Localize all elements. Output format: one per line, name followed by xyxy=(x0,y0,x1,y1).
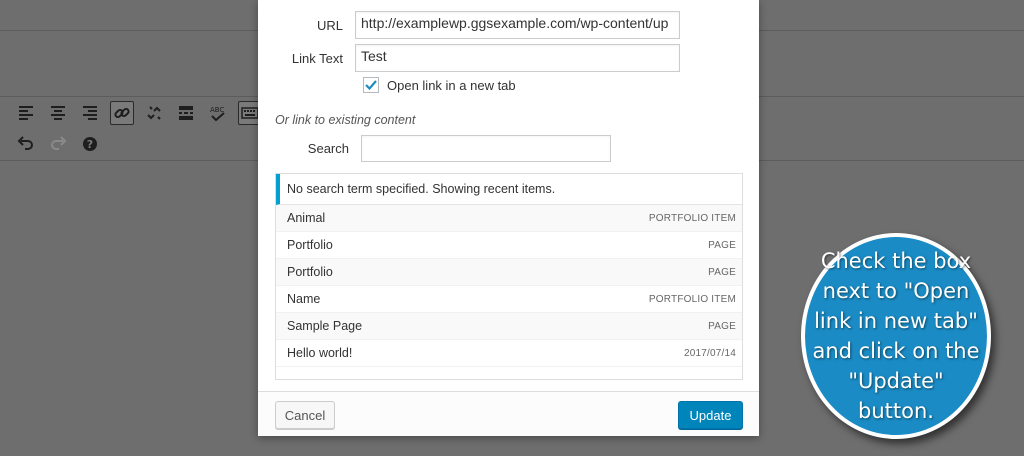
svg-text:?: ? xyxy=(87,138,93,151)
cancel-button[interactable]: Cancel xyxy=(275,401,335,429)
svg-text:ABC: ABC xyxy=(210,106,224,114)
link-icon[interactable] xyxy=(110,101,134,125)
result-title: Portfolio xyxy=(287,238,333,252)
unlink-icon[interactable] xyxy=(142,101,166,125)
update-button[interactable]: Update xyxy=(678,401,743,429)
link-text-row: Link Text Test xyxy=(258,44,680,72)
undo-icon[interactable] xyxy=(14,132,38,156)
help-icon[interactable]: ? xyxy=(78,132,102,156)
link-text-label: Link Text xyxy=(291,50,343,66)
search-row: Search xyxy=(258,135,611,162)
insert-link-dialog: URL http://examplewp.ggsexample.com/wp-c… xyxy=(258,0,759,436)
instruction-callout: Check the box next to "Open link in new … xyxy=(801,233,991,439)
result-item[interactable]: Hello world! 2017/07/14 xyxy=(276,340,742,367)
new-tab-option[interactable]: Open link in a new tab xyxy=(363,77,516,93)
dialog-footer: Cancel Update xyxy=(258,391,759,436)
read-more-icon[interactable] xyxy=(174,101,198,125)
align-center-icon[interactable] xyxy=(46,101,70,125)
callout-text: Check the box next to "Open link in new … xyxy=(812,249,980,423)
result-item[interactable]: Name PORTFOLIO ITEM xyxy=(276,286,742,313)
link-text-input[interactable]: Test xyxy=(355,44,680,72)
search-label: Search xyxy=(307,141,349,156)
result-title: Hello world! xyxy=(287,346,353,360)
result-info: PORTFOLIO ITEM xyxy=(648,212,736,224)
existing-content-title: Or link to existing content xyxy=(275,113,416,127)
result-item[interactable]: Portfolio PAGE xyxy=(276,232,742,259)
result-info: PAGE xyxy=(708,266,736,278)
result-title: Name xyxy=(287,292,321,306)
url-label: URL xyxy=(316,17,343,33)
align-left-icon[interactable] xyxy=(14,101,38,125)
editor-toolbar-row-2: ? xyxy=(14,132,102,156)
redo-icon[interactable] xyxy=(46,132,70,156)
result-item[interactable]: Animal PORTFOLIO ITEM xyxy=(276,205,742,232)
result-info: PAGE xyxy=(708,320,736,332)
new-tab-label: Open link in a new tab xyxy=(387,77,516,93)
search-results-panel: No search term specified. Showing recent… xyxy=(275,173,743,380)
result-item[interactable]: Sample Page PAGE xyxy=(276,313,742,340)
result-info: 2017/07/14 xyxy=(683,347,736,359)
result-info: PORTFOLIO ITEM xyxy=(648,293,736,305)
search-input[interactable] xyxy=(361,135,611,162)
result-info: PAGE xyxy=(708,239,736,251)
result-title: Sample Page xyxy=(287,319,363,333)
align-right-icon[interactable] xyxy=(78,101,102,125)
new-tab-checkbox[interactable] xyxy=(363,77,379,93)
result-title: Animal xyxy=(287,211,326,225)
result-title: Portfolio xyxy=(287,265,333,279)
url-row: URL http://examplewp.ggsexample.com/wp-c… xyxy=(258,11,680,39)
checkmark-icon xyxy=(365,80,377,91)
editor-toolbar-row-1: ABC xyxy=(14,101,262,125)
search-notice: No search term specified. Showing recent… xyxy=(276,174,742,205)
spellcheck-icon[interactable]: ABC xyxy=(206,101,230,125)
result-item[interactable]: Portfolio PAGE xyxy=(276,259,742,286)
url-input[interactable]: http://examplewp.ggsexample.com/wp-conte… xyxy=(355,11,680,39)
